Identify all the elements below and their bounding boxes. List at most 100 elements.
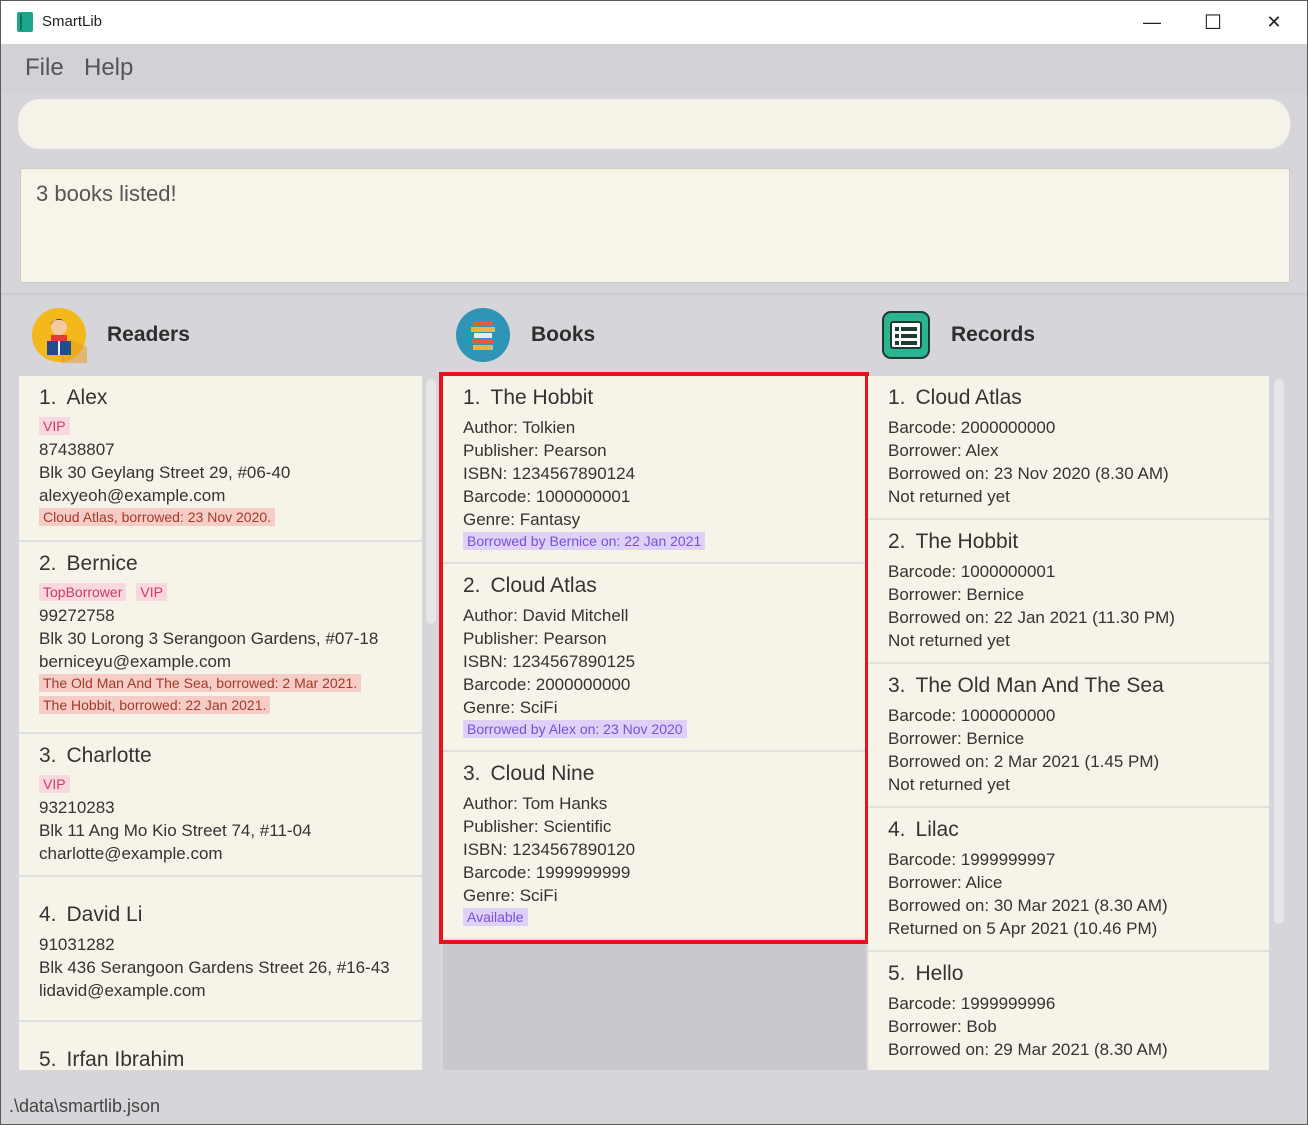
reader-email: charlotte@example.com <box>39 844 223 863</box>
list-icon <box>882 311 930 359</box>
reader-card[interactable]: 2. Bernice TopBorrower VIP 99272758 Blk 30… <box>19 542 422 734</box>
record-index: 5. <box>888 962 906 985</box>
records-header: Records <box>881 307 1035 363</box>
window-title: SmartLib <box>42 13 103 30</box>
record-borrower: Borrower: Alice <box>888 873 1003 892</box>
reader-address: Blk 436 Serangoon Gardens Street 26, #16… <box>39 958 390 977</box>
borrowed-tag: Cloud Atlas, borrowed: 23 Nov 2020. <box>39 508 276 526</box>
reader-phone: 91031282 <box>39 935 115 954</box>
record-card[interactable]: 4. Lilac Barcode: 1999999997 Borrower: Al… <box>868 808 1269 952</box>
readers-title: Readers <box>107 323 190 346</box>
result-display: 3 books listed! <box>20 168 1290 283</box>
menu-file[interactable]: File <box>25 54 64 82</box>
reader-card[interactable]: 4. David Li 91031282 Blk 436 Serangoon Ga… <box>19 877 422 1022</box>
minimize-button[interactable]: — <box>1123 1 1181 44</box>
record-index: 3. <box>888 674 906 697</box>
close-button[interactable]: ✕ <box>1245 1 1303 44</box>
reader-phone: 87438807 <box>39 440 115 459</box>
record-borrower: Borrower: Bernice <box>888 585 1025 604</box>
record-card[interactable]: 5. Hello Barcode: 1999999996 Borrower: Bo… <box>868 952 1269 1070</box>
record-return-status: Not returned yet <box>888 775 1010 794</box>
close-icon: ✕ <box>1266 12 1282 32</box>
record-return-status: Not returned yet <box>888 487 1010 506</box>
result-text: 3 books listed! <box>36 181 177 206</box>
reader-email: lidavid@example.com <box>39 981 206 1000</box>
reader-phone: 99272758 <box>39 606 115 625</box>
record-card[interactable]: 3. The Old Man And The Sea Barcode: 10000… <box>868 664 1269 808</box>
record-borrowed-on: Borrowed on: 23 Nov 2020 (8.30 AM) <box>888 464 1169 483</box>
record-title: Hello <box>915 962 964 985</box>
maximize-icon: ☐ <box>1204 12 1222 34</box>
reader-name: Bernice <box>66 552 138 575</box>
app-book-icon <box>17 12 33 32</box>
menu-bar: File Help <box>1 44 1307 94</box>
reader-index: 3. <box>39 744 57 767</box>
reader-card[interactable]: 1. Alex VIP 87438807 Blk 30 Geylang Stree… <box>19 376 422 542</box>
reader-tag: VIP <box>39 417 70 435</box>
record-borrower: Borrower: Bob <box>888 1017 997 1036</box>
reader-phone: 93210283 <box>39 798 115 817</box>
books-header: Books <box>455 307 595 363</box>
record-borrowed-on: Borrowed on: 2 Mar 2021 (1.45 PM) <box>888 752 1160 771</box>
record-barcode: Barcode: 1000000000 <box>888 706 1056 725</box>
record-title: The Old Man And The Sea <box>915 674 1164 697</box>
status-bar: .\data\smartlib.json <box>1 1084 1307 1124</box>
reader-address: Blk 30 Geylang Street 29, #06-40 <box>39 463 291 482</box>
reader-index: 1. <box>39 386 57 409</box>
record-card[interactable]: 2. The Hobbit Barcode: 1000000001 Borrowe… <box>868 520 1269 664</box>
record-borrower: Borrower: Bernice <box>888 729 1025 748</box>
records-title: Records <box>951 323 1036 346</box>
reader-index: 2. <box>39 552 57 575</box>
record-index: 2. <box>888 530 906 553</box>
record-index: 1. <box>888 386 906 409</box>
books-highlight-box <box>439 372 869 944</box>
borrowed-tag: The Old Man And The Sea, borrowed: 2 Mar… <box>39 674 362 692</box>
record-index: 4. <box>888 818 906 841</box>
command-input[interactable] <box>18 99 1290 149</box>
reader-index: 4. <box>39 903 57 926</box>
divider <box>1 293 1307 295</box>
reader-name: David Li <box>66 903 143 926</box>
record-borrower: Borrower: Alex <box>888 441 999 460</box>
record-barcode: Barcode: 1999999997 <box>888 850 1056 869</box>
reader-index: 5. <box>39 1048 57 1070</box>
maximize-button[interactable]: ☐ <box>1184 1 1242 44</box>
record-borrowed-on: Borrowed on: 30 Mar 2021 (8.30 AM) <box>888 896 1168 915</box>
record-card[interactable]: 1. Cloud Atlas Barcode: 2000000000 Borrow… <box>868 376 1269 520</box>
record-borrowed-on: Borrowed on: 29 Mar 2021 (8.30 AM) <box>888 1040 1168 1059</box>
readers-list[interactable]: 1. Alex VIP 87438807 Blk 30 Geylang Stree… <box>19 376 422 1070</box>
reader-email: berniceyu@example.com <box>39 652 232 671</box>
record-return-status: Not returned yet <box>888 631 1010 650</box>
title-bar: SmartLib — ☐ ✕ <box>1 1 1307 44</box>
reader-address: Blk 30 Lorong 3 Serangoon Gardens, #07-1… <box>39 629 379 648</box>
record-borrowed-on: Borrowed on: 22 Jan 2021 (11.30 PM) <box>888 608 1175 627</box>
record-title: Lilac <box>915 818 959 841</box>
record-title: The Hobbit <box>915 530 1019 553</box>
record-return-status: Returned on 5 Apr 2021 (10.46 PM) <box>888 919 1158 938</box>
reader-card[interactable]: 5. Irfan Ibrahim <box>19 1022 422 1070</box>
reader-address: Blk 11 Ang Mo Kio Street 74, #11-04 <box>39 821 312 840</box>
record-barcode: Barcode: 1999999996 <box>888 994 1056 1013</box>
reader-email: alexyeoh@example.com <box>39 486 226 505</box>
reader-tag: TopBorrower <box>39 583 127 601</box>
reader-name: Irfan Ibrahim <box>66 1048 185 1070</box>
books-icon <box>456 308 510 362</box>
record-barcode: Barcode: 2000000000 <box>888 418 1056 437</box>
data-file-path: .\data\smartlib.json <box>9 1096 161 1116</box>
reader-card[interactable]: 3. Charlotte VIP 93210283 Blk 11 Ang Mo K… <box>19 734 422 877</box>
reader-icon <box>32 308 87 363</box>
reader-name: Charlotte <box>66 744 152 767</box>
books-title: Books <box>531 323 596 346</box>
menu-help[interactable]: Help <box>84 54 133 82</box>
records-scrollbar[interactable] <box>1274 379 1284 924</box>
reader-tag: VIP <box>136 583 167 601</box>
borrowed-tag: The Hobbit, borrowed: 22 Jan 2021. <box>39 696 271 714</box>
records-list[interactable]: 1. Cloud Atlas Barcode: 2000000000 Borrow… <box>868 376 1269 1070</box>
reader-name: Alex <box>66 386 108 409</box>
reader-tag: VIP <box>39 775 70 793</box>
app-window: SmartLib — ☐ ✕ File Help 3 books listed!… <box>0 0 1308 1125</box>
readers-scrollbar[interactable] <box>426 379 436 624</box>
minimize-icon: — <box>1143 12 1161 32</box>
readers-header: Readers <box>31 307 190 363</box>
record-title: Cloud Atlas <box>915 386 1022 409</box>
